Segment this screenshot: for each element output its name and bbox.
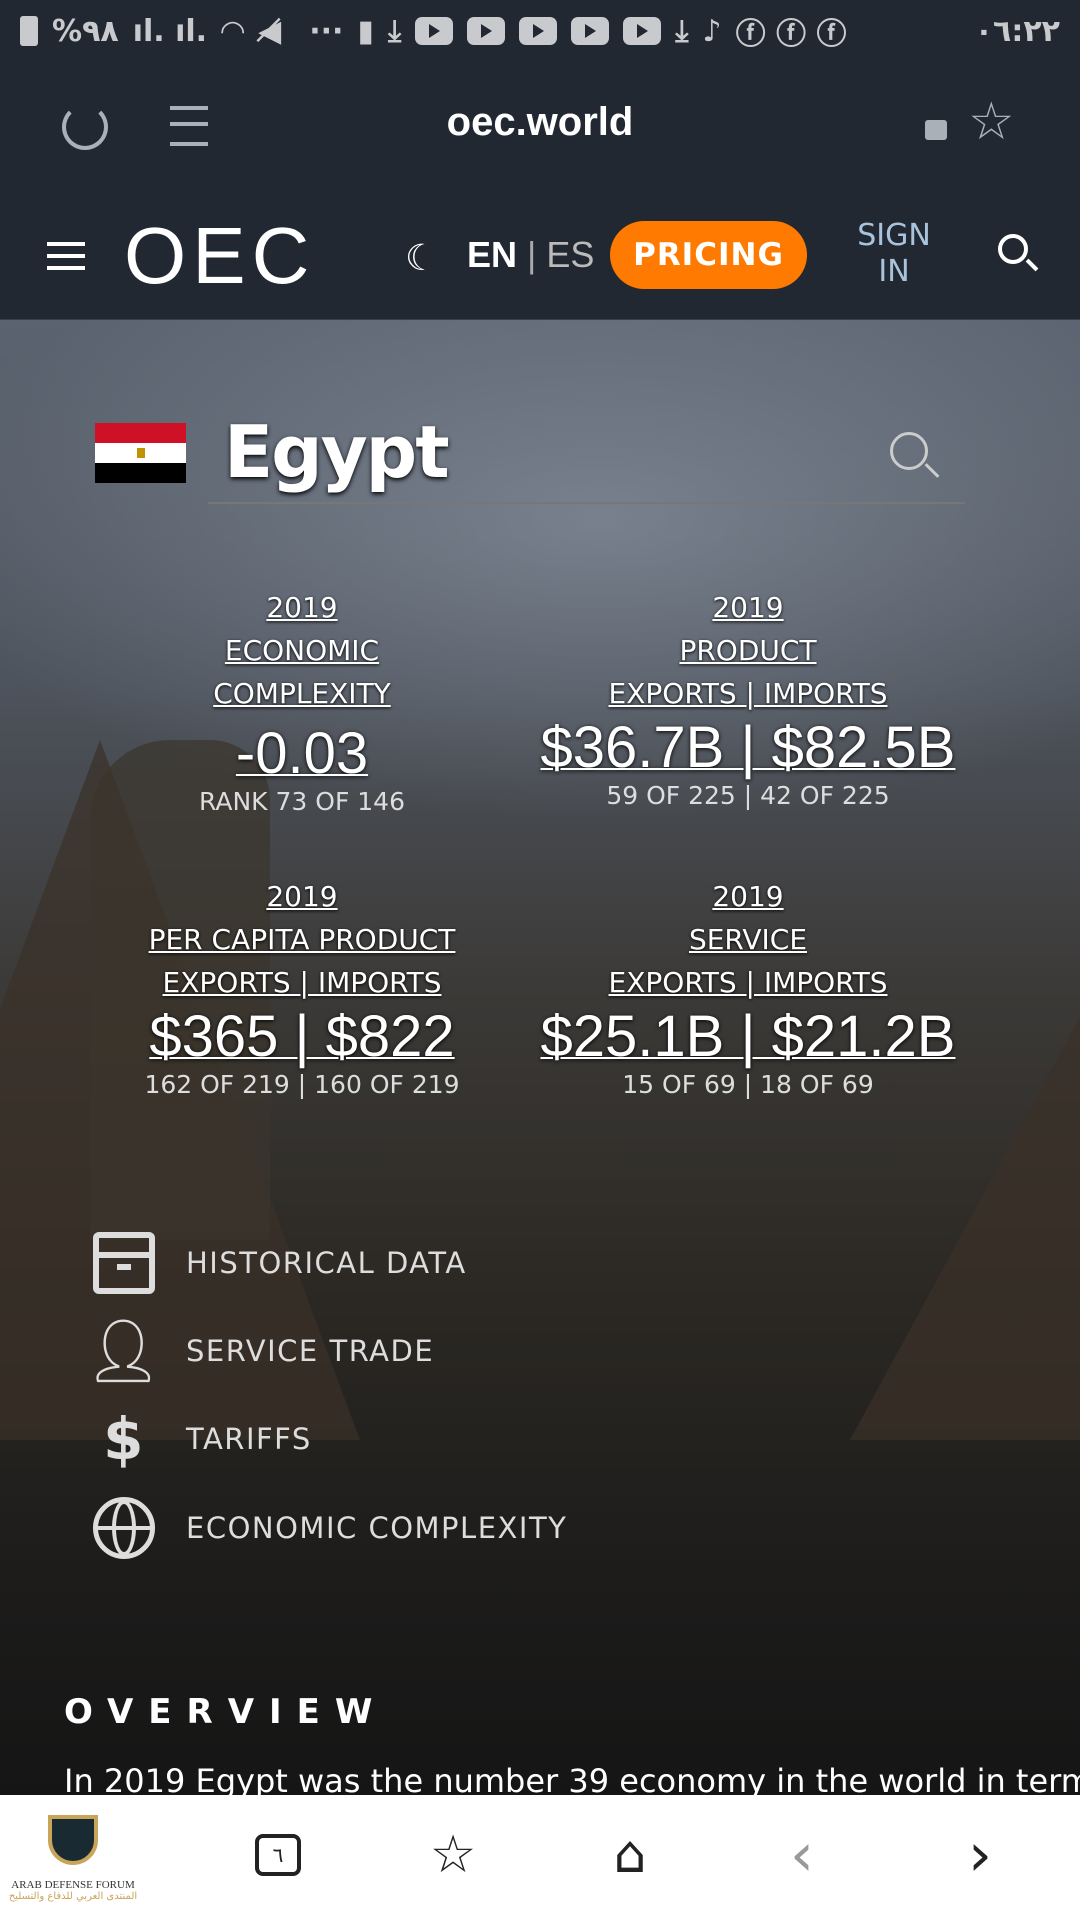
country-title[interactable]: Egypt bbox=[224, 410, 450, 494]
archive-icon bbox=[92, 1231, 156, 1295]
pricing-button[interactable]: PRICING bbox=[610, 221, 807, 289]
battery-icon bbox=[20, 16, 38, 46]
stat-year[interactable]: 2019 bbox=[82, 875, 522, 918]
bookmarks-button[interactable]: ☆ bbox=[423, 1825, 483, 1885]
link-tariffs[interactable]: $ TARIFFS bbox=[92, 1405, 312, 1473]
hero-section: Egypt 2019 ECONOMIC COMPLEXITY -0.03 RAN… bbox=[0, 320, 1080, 1795]
stat-label[interactable]: COMPLEXITY bbox=[82, 672, 522, 715]
chevron-right-icon: › bbox=[968, 1820, 992, 1890]
youtube-icon bbox=[623, 17, 662, 45]
browser-bottom-bar: ARAB DEFENSE FORUM المنتدى العربي للدفاع… bbox=[0, 1795, 1080, 1920]
battery-level: %٩٨ bbox=[52, 13, 119, 49]
forward-button[interactable]: › bbox=[950, 1820, 1010, 1890]
download-icon: ⤓ bbox=[387, 13, 402, 49]
tabs-icon: ٦ bbox=[255, 1834, 301, 1876]
stat-product-trade[interactable]: 2019 PRODUCT EXPORTS | IMPORTS $36.7B | … bbox=[528, 586, 968, 811]
stat-rank: 59 OF 225 | 42 OF 225 bbox=[606, 781, 890, 810]
stat-year[interactable]: 2019 bbox=[82, 586, 522, 629]
link-economic-complexity[interactable]: ECONOMIC COMPLEXITY bbox=[92, 1496, 567, 1560]
overview-heading: OVERVIEW bbox=[64, 1692, 388, 1732]
download-icon: ⤓ bbox=[675, 13, 689, 49]
country-search-icon[interactable] bbox=[890, 432, 940, 478]
mute-icon: ◀̸ bbox=[258, 13, 282, 49]
oec-logo[interactable]: OEC bbox=[124, 210, 315, 302]
user-icon: 👤︎ bbox=[83, 1314, 165, 1387]
watermark-text: ARAB DEFENSE FORUM bbox=[11, 1879, 135, 1891]
stat-value[interactable]: $365 | $822 bbox=[82, 1004, 522, 1070]
stat-rank: 15 OF 69 | 18 OF 69 bbox=[622, 1070, 874, 1099]
more-icon: ··· bbox=[309, 13, 344, 49]
overview-text: In 2019 Egypt was the number 39 economy … bbox=[64, 1762, 1080, 1795]
stat-value[interactable]: $36.7B | $82.5B bbox=[528, 715, 968, 781]
stat-service-trade[interactable]: 2019 SERVICE EXPORTS | IMPORTS $25.1B | … bbox=[528, 875, 968, 1100]
link-label[interactable]: TARIFFS bbox=[186, 1422, 312, 1456]
youtube-icon bbox=[571, 17, 610, 45]
stat-rank: RANK 73 OF 146 bbox=[199, 787, 405, 816]
search-underline bbox=[208, 502, 965, 504]
stat-value[interactable]: $25.1B | $21.2B bbox=[528, 1004, 968, 1070]
tabs-button[interactable]: ٦ bbox=[248, 1825, 308, 1885]
tab-count: ٦ bbox=[272, 1843, 284, 1867]
stat-year[interactable]: 2019 bbox=[528, 586, 968, 629]
site-header: OEC ☾ EN | ES PRICING SIGN IN bbox=[0, 190, 1080, 320]
status-bar: %٩٨ ıl. ıl. ◠ ◀̸ ··· ▮ ⤓ ⤓ ♪ ⓕ ⓕ ⓕ ٠٦:٢٢ bbox=[0, 0, 1080, 62]
bookmarks-star-list-icon: ☆ bbox=[429, 1825, 477, 1885]
lang-en[interactable]: EN bbox=[467, 234, 517, 275]
stat-year[interactable]: 2019 bbox=[528, 875, 968, 918]
chevron-left-icon: ‹ bbox=[790, 1820, 814, 1890]
youtube-icon bbox=[519, 17, 558, 45]
stat-label[interactable]: PER CAPITA PRODUCT bbox=[82, 918, 522, 961]
stat-label[interactable]: EXPORTS | IMPORTS bbox=[82, 961, 522, 1004]
dollar-icon: $ bbox=[103, 1405, 145, 1473]
stat-label[interactable]: SERVICE bbox=[528, 918, 968, 961]
stat-economic-complexity[interactable]: 2019 ECONOMIC COMPLEXITY -0.03 RANK 73 O… bbox=[82, 586, 522, 817]
egypt-flag bbox=[95, 423, 186, 483]
watermark-arabic: المنتدى العربي للدفاع والتسليح bbox=[8, 1891, 138, 1902]
lang-separator: | bbox=[527, 234, 537, 275]
link-service-trade[interactable]: 👤︎ SERVICE TRADE bbox=[83, 1314, 434, 1387]
link-label[interactable]: HISTORICAL DATA bbox=[186, 1246, 467, 1280]
facebook-icon: ⓕ ⓕ ⓕ bbox=[735, 17, 847, 52]
youtube-icon bbox=[467, 17, 506, 45]
search-icon[interactable] bbox=[998, 234, 1039, 272]
home-icon: ⌂ bbox=[613, 1825, 647, 1885]
hamburger-menu-icon[interactable] bbox=[47, 242, 85, 270]
stat-value[interactable]: -0.03 bbox=[82, 721, 522, 787]
url-text[interactable]: oec.world bbox=[0, 100, 1080, 145]
stat-label[interactable]: ECONOMIC bbox=[82, 629, 522, 672]
stat-label[interactable]: EXPORTS | IMPORTS bbox=[528, 672, 968, 715]
stat-per-capita-trade[interactable]: 2019 PER CAPITA PRODUCT EXPORTS | IMPORT… bbox=[82, 875, 522, 1100]
stat-label[interactable]: PRODUCT bbox=[528, 629, 968, 672]
message-icon: ▮ bbox=[357, 13, 374, 49]
arab-defense-forum-watermark: ARAB DEFENSE FORUM المنتدى العربي للدفاع… bbox=[8, 1815, 138, 1902]
tiktok-icon: ♪ bbox=[702, 13, 722, 49]
link-historical-data[interactable]: HISTORICAL DATA bbox=[92, 1231, 467, 1295]
link-label[interactable]: ECONOMIC COMPLEXITY bbox=[186, 1511, 567, 1545]
browser-address-bar: oec.world ☆ bbox=[0, 62, 1080, 190]
youtube-icon bbox=[415, 17, 454, 45]
lock-icon bbox=[925, 120, 947, 140]
link-label[interactable]: SERVICE TRADE bbox=[186, 1334, 434, 1368]
stat-label[interactable]: EXPORTS | IMPORTS bbox=[528, 961, 968, 1004]
globe-icon bbox=[92, 1496, 156, 1560]
signal-icon: ıl. ıl. bbox=[132, 13, 208, 49]
clock: ٠٦:٢٢ bbox=[974, 13, 1060, 49]
lang-es[interactable]: ES bbox=[546, 234, 594, 275]
home-button[interactable]: ⌂ bbox=[600, 1825, 660, 1885]
language-switcher: EN | ES bbox=[467, 234, 594, 276]
back-button[interactable]: ‹ bbox=[772, 1820, 832, 1890]
dark-mode-moon-icon[interactable]: ☾ bbox=[405, 238, 437, 279]
stat-rank: 162 OF 219 | 160 OF 219 bbox=[144, 1070, 460, 1099]
sign-in-link[interactable]: SIGN IN bbox=[850, 218, 938, 290]
bookmark-star-icon[interactable]: ☆ bbox=[968, 92, 1015, 152]
wifi-icon: ◠ bbox=[221, 13, 245, 49]
